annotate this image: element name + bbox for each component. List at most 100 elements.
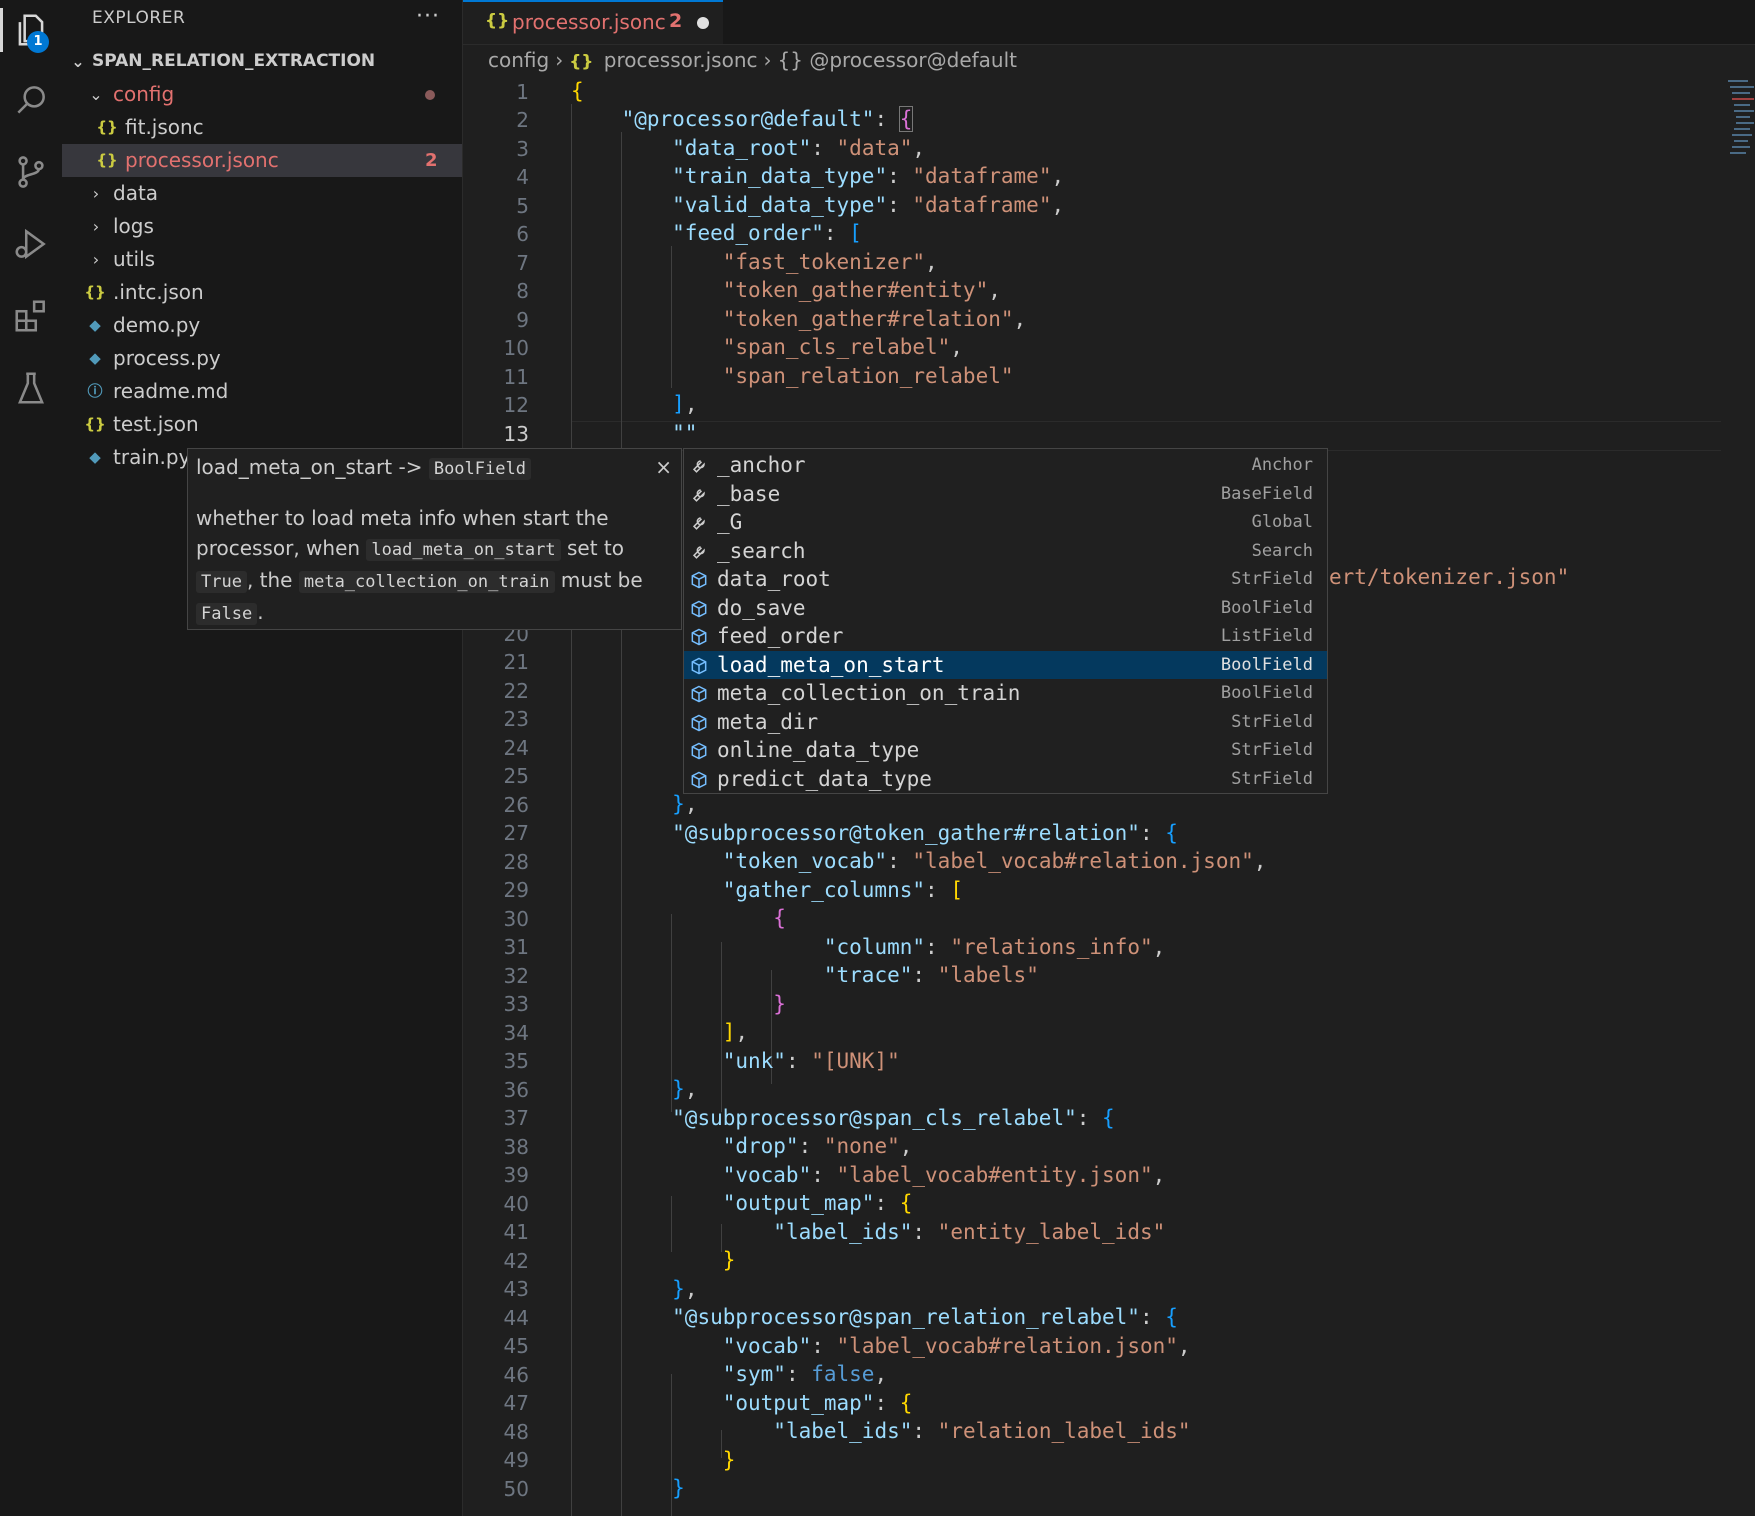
suggestion-label: predict_data_type [717,766,932,791]
suggestion-item[interactable]: _base BaseField [684,480,1327,508]
json-file-icon: {} [96,118,118,136]
tree-item-data[interactable]: › data [62,177,462,210]
tree-item-label: .intc.json [113,280,204,304]
suggestion-item[interactable]: feed_order ListField [684,622,1327,650]
tree-item-demo-py[interactable]: ◆ demo.py [62,309,462,342]
line-number: 49 [503,1448,529,1472]
tree-item-config[interactable]: ⌄ config [62,78,462,111]
json-file-icon: {} [569,52,594,72]
minimap-line [1732,92,1750,94]
tree-item-processor-jsonc[interactable]: {} processor.jsonc 2 [62,144,462,177]
tree-item-logs[interactable]: › logs [62,210,462,243]
breadcrumb-folder[interactable]: config [488,48,549,72]
minimap-line [1734,128,1750,130]
code-line: "label_ids": "relation_label_ids" [773,1419,1191,1443]
code-line: "train_data_type": "dataframe", [672,164,1065,188]
unsaved-dot-icon[interactable] [697,17,709,29]
tree-item-label: test.json [113,412,199,436]
desc-code: meta_collection_on_train [298,571,555,593]
suggestion-item[interactable]: online_data_type StrField [684,736,1327,764]
more-actions-button[interactable]: ··· [416,4,440,29]
wrench-icon [689,512,709,532]
line-number: 2 [516,108,529,132]
suggestion-item[interactable]: do_save BoolField [684,594,1327,622]
code-line: ], [722,1020,749,1044]
tree-item-readme-md[interactable]: ⓘ readme.md [62,375,462,408]
suggestion-details: load_meta_on_start -> BoolField × whethe… [187,448,682,630]
python-file-icon: ◆ [89,448,101,466]
line-number: 47 [503,1391,529,1415]
line-number: 27 [503,821,529,845]
tree-item-label: demo.py [113,313,201,337]
info-file-icon: ⓘ [87,382,103,400]
close-icon[interactable]: × [655,455,672,479]
tree-item-utils[interactable]: › utils [62,243,462,276]
suggestion-item[interactable]: _search Search [684,537,1327,565]
tree-item-label: processor.jsonc [125,148,279,172]
code-line: "fast_tokenizer", [722,250,938,274]
desc-code: load_meta_on_start [366,539,561,561]
suggestion-item[interactable]: _G Global [684,508,1327,536]
line-number: 11 [503,365,529,389]
cube-icon [689,769,709,789]
json-file-icon: {} [485,11,510,31]
suggestion-item[interactable]: meta_collection_on_train BoolField [684,679,1327,707]
details-field-type: BoolField [428,458,531,480]
code-line: "output_map": { [722,1391,913,1415]
code-editor[interactable]: 1 2 3 4 5 6 7 8 9 10 11 12 13 20 21 22 2… [463,76,1723,1516]
desc-text: , the [246,568,293,592]
code-line: "unk": "[UNK]" [722,1049,900,1073]
line-number: 23 [503,707,529,731]
cube-icon [689,569,709,589]
suggestion-item[interactable]: predict_data_type StrField [684,765,1327,793]
breadcrumb-symbol[interactable]: {} @processor@default [778,48,1018,72]
code-line: "token_vocab": "label_vocab#relation.jso… [722,849,1267,873]
minimap[interactable] [1724,76,1755,1516]
python-file-icon: ◆ [89,349,101,367]
suggestion-item[interactable]: _anchor Anchor [684,451,1327,479]
autocomplete-suggestions: _anchor Anchor _base BaseField _G Global _sear… [683,448,1328,794]
search-icon[interactable] [0,72,62,128]
chevron-right-icon: › [763,48,772,72]
run-debug-icon[interactable] [0,216,62,272]
line-number: 22 [503,679,529,703]
line-number: 32 [503,964,529,988]
tree-item-fit-jsonc[interactable]: {} fit.jsonc [62,111,462,144]
project-folder[interactable]: ⌄ SPAN_RELATION_EXTRACTION [62,45,462,78]
chevron-right-icon: › [92,217,100,236]
code-line: "data_root": "data", [672,136,926,160]
suggestion-type: Anchor [1251,455,1313,475]
breadcrumb-file[interactable]: processor.jsonc [604,48,758,72]
modified-dot [425,90,435,100]
json-file-icon: {} [84,283,106,301]
details-title: load_meta_on_start -> BoolField [196,455,531,480]
code-line: "column": "relations_info", [823,935,1166,959]
tab-label: processor.jsonc [512,10,666,34]
python-file-icon: ◆ [89,316,101,334]
code-line: { [773,906,786,930]
line-number: 33 [503,992,529,1016]
line-number: 29 [503,878,529,902]
desc-text: set to [567,536,625,560]
tab-processor-jsonc[interactable]: {} processor.jsonc 2 [463,0,723,44]
json-file-icon: {} [96,151,118,169]
line-number: 43 [503,1277,529,1301]
extensions-icon[interactable] [0,288,62,344]
tree-item-label: fit.jsonc [125,115,204,139]
source-control-icon[interactable] [0,144,62,200]
line-number: 8 [516,279,529,303]
code-line: ], [672,392,698,416]
explorer-icon[interactable]: 1 [0,2,62,58]
suggestion-item[interactable]: load_meta_on_start BoolField [684,650,1327,679]
suggestion-item[interactable]: meta_dir StrField [684,708,1327,736]
testing-icon[interactable] [0,360,62,416]
tree-item-test-json[interactable]: {} test.json [62,408,462,441]
cube-icon [689,655,709,675]
tree-item-intc-json[interactable]: {} .intc.json [62,276,462,309]
line-number: 50 [503,1477,529,1501]
line-number: 28 [503,850,529,874]
details-description: whether to load meta info when start the… [196,503,666,629]
suggestion-item[interactable]: data_root StrField [684,565,1327,593]
tree-item-process-py[interactable]: ◆ process.py [62,342,462,375]
cube-icon [689,712,709,732]
